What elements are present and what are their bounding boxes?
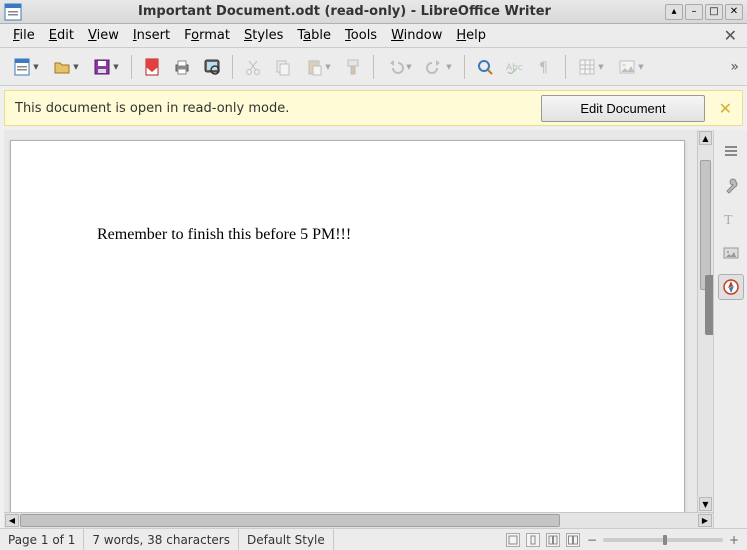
toolbar-separator [373, 55, 374, 79]
menu-help[interactable]: Help [449, 25, 493, 46]
new-doc-button[interactable]: ▼ [8, 54, 44, 80]
toolbar-overflow-button[interactable]: » [730, 59, 739, 75]
menu-view[interactable]: View [81, 25, 126, 46]
status-word-count[interactable]: 7 words, 38 characters [84, 529, 239, 550]
dropdown-arrow-icon: ▼ [446, 63, 451, 71]
menu-window[interactable]: Window [384, 25, 449, 46]
toolbar-separator [464, 55, 465, 79]
insert-table-button: ▼ [573, 54, 609, 80]
document-scroll[interactable]: Remember to finish this before 5 PM!!! [4, 130, 697, 512]
document-viewport: Remember to finish this before 5 PM!!! ▲… [4, 130, 713, 528]
scroll-left-button[interactable]: ◀ [5, 514, 19, 527]
status-page[interactable]: Page 1 of 1 [0, 529, 84, 550]
export-pdf-button[interactable] [139, 54, 165, 80]
infobar-close-icon[interactable]: ✕ [719, 99, 732, 118]
window-controls: ▴ – □ ✕ [665, 4, 743, 20]
window-title: Important Document.odt (read-only) - Lib… [24, 4, 665, 19]
scroll-right-button[interactable]: ▶ [698, 514, 712, 527]
sidebar-expand-handle[interactable] [705, 275, 713, 335]
app-icon [2, 1, 24, 23]
print-preview-button[interactable] [199, 54, 225, 80]
zoom-out-button[interactable]: − [585, 533, 599, 547]
print-button[interactable] [169, 54, 195, 80]
menu-format[interactable]: Format [177, 25, 237, 46]
cut-button [240, 54, 266, 80]
open-button[interactable]: ▼ [48, 54, 84, 80]
window-titlebar: Important Document.odt (read-only) - Lib… [0, 0, 747, 24]
svg-text:T: T [724, 213, 733, 228]
scrollbar-thumb[interactable] [20, 514, 560, 527]
menu-edit[interactable]: Edit [42, 25, 81, 46]
zoom-slider[interactable] [603, 538, 723, 542]
menu-styles[interactable]: Styles [237, 25, 290, 46]
minimize-button[interactable]: – [685, 4, 703, 20]
dropdown-arrow-icon: ▼ [406, 63, 411, 71]
maximize-button[interactable]: □ [705, 4, 723, 20]
horizontal-scrollbar[interactable]: ◀ ▶ [4, 512, 713, 528]
gallery-panel-icon[interactable] [718, 240, 744, 266]
main-area: Remember to finish this before 5 PM!!! ▲… [0, 130, 747, 528]
toolbar-separator [131, 55, 132, 79]
document-page: Remember to finish this before 5 PM!!! [10, 140, 685, 512]
outline-view-icon[interactable] [506, 533, 520, 547]
paste-button: ▼ [300, 54, 336, 80]
save-button[interactable]: ▼ [88, 54, 124, 80]
redo-button: ▼ [421, 54, 457, 80]
dropdown-arrow-icon: ▼ [73, 63, 78, 71]
single-page-view-icon[interactable] [526, 533, 540, 547]
menu-insert[interactable]: Insert [126, 25, 177, 46]
undo-button: ▼ [381, 54, 417, 80]
copy-button [270, 54, 296, 80]
menu-table[interactable]: Table [290, 25, 338, 46]
infobar-message: This document is open in read-only mode. [15, 101, 289, 116]
find-replace-button[interactable] [472, 54, 498, 80]
insert-image-button: ▼ [613, 54, 649, 80]
multi-page-view-icon[interactable] [546, 533, 560, 547]
status-page-style[interactable]: Default Style [239, 529, 334, 550]
book-view-icon[interactable] [566, 533, 580, 547]
navigator-panel-icon[interactable] [718, 274, 744, 300]
readonly-infobar: This document is open in read-only mode.… [4, 90, 743, 126]
menu-file[interactable]: File [6, 25, 42, 46]
dropdown-arrow-icon: ▼ [638, 63, 643, 71]
styles-panel-icon[interactable]: T [718, 206, 744, 232]
clone-formatting-button [340, 54, 366, 80]
close-doc-icon[interactable]: ✕ [720, 26, 741, 45]
document-body-text: Remember to finish this before 5 PM!!! [11, 141, 684, 244]
window-shade-button[interactable]: ▴ [665, 4, 683, 20]
edit-document-button[interactable]: Edit Document [541, 95, 704, 122]
scroll-down-button[interactable]: ▼ [699, 497, 712, 511]
dropdown-arrow-icon: ▼ [325, 63, 330, 71]
zoom-in-button[interactable]: + [727, 533, 741, 547]
scroll-up-button[interactable]: ▲ [699, 131, 712, 145]
sidebar-settings-icon[interactable] [718, 138, 744, 164]
toolbar-separator [232, 55, 233, 79]
main-toolbar: ▼ ▼ ▼ ▼ ▼ ▼ Abc ¶ ▼ ▼ » [0, 48, 747, 86]
close-window-button[interactable]: ✕ [725, 4, 743, 20]
zoom-slider-thumb[interactable] [663, 535, 667, 545]
scrollbar-thumb[interactable] [700, 160, 711, 290]
properties-panel-icon[interactable] [718, 172, 744, 198]
svg-text:¶: ¶ [539, 60, 548, 76]
menu-tools[interactable]: Tools [338, 25, 384, 46]
menubar: File Edit View Insert Format Styles Tabl… [0, 24, 747, 48]
statusbar: Page 1 of 1 7 words, 38 characters Defau… [0, 528, 747, 550]
dropdown-arrow-icon: ▼ [33, 63, 38, 71]
toolbar-separator [565, 55, 566, 79]
sidebar-toolbar: T [713, 130, 747, 528]
formatting-marks-button: ¶ [532, 54, 558, 80]
dropdown-arrow-icon: ▼ [113, 63, 118, 71]
spellcheck-button: Abc [502, 54, 528, 80]
dropdown-arrow-icon: ▼ [598, 63, 603, 71]
